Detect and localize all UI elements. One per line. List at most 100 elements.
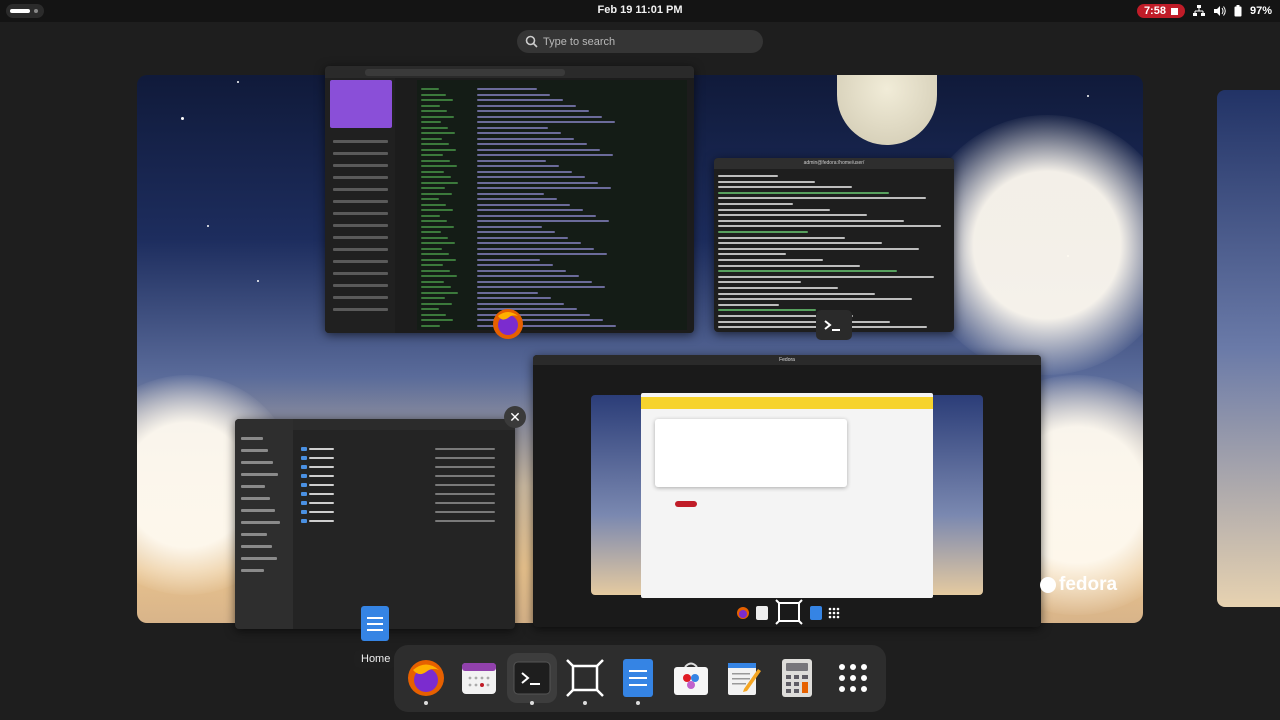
table-row-placeholder xyxy=(477,165,559,167)
terminal-line-placeholder xyxy=(718,270,897,273)
workspace-thumbnail-next[interactable] xyxy=(1217,90,1280,607)
apps-grid-icon xyxy=(828,606,840,624)
running-indicator xyxy=(424,701,428,705)
terminal-line-placeholder xyxy=(718,275,934,278)
network-icon xyxy=(1192,5,1205,17)
sidebar-entry xyxy=(333,176,388,179)
folder-icon xyxy=(301,492,307,496)
vm-mini-dock xyxy=(732,598,842,626)
file-meta-placeholder xyxy=(435,475,495,477)
terminal-line-placeholder xyxy=(718,219,904,222)
files-sidebar-item-placeholder xyxy=(241,509,275,512)
table-row-placeholder xyxy=(421,181,458,184)
table-row-placeholder xyxy=(477,192,544,195)
files-window[interactable] xyxy=(235,419,515,629)
running-indicator xyxy=(636,701,640,705)
dash-files[interactable] xyxy=(613,653,663,703)
firefox-icon xyxy=(408,660,444,696)
clock[interactable]: Feb 19 11:01 PM xyxy=(0,4,1280,16)
terminal-line-placeholder xyxy=(718,231,808,233)
table-row-placeholder xyxy=(477,104,576,107)
sidebar-entry xyxy=(333,152,388,155)
files-header xyxy=(293,419,515,430)
table-row-placeholder xyxy=(421,231,441,233)
table-row-placeholder xyxy=(477,297,551,299)
table-row-placeholder xyxy=(477,258,540,261)
table-row-placeholder xyxy=(477,253,607,255)
terminal-line-placeholder xyxy=(718,287,838,289)
table-row-placeholder xyxy=(421,214,440,217)
terminal-line-placeholder xyxy=(718,186,852,189)
vm-window[interactable]: Fedora xyxy=(533,355,1041,627)
table-row-placeholder xyxy=(477,176,585,178)
table-row-placeholder xyxy=(477,154,613,156)
table-row-placeholder xyxy=(421,291,458,294)
folder-icon xyxy=(301,465,307,469)
star-decoration xyxy=(1087,95,1089,97)
file-name-placeholder xyxy=(309,511,334,513)
table-row-placeholder xyxy=(421,269,450,272)
dash-calendar[interactable] xyxy=(454,653,504,703)
close-window-button[interactable]: ✕ xyxy=(504,406,526,428)
files-sidebar-item-placeholder xyxy=(241,449,268,452)
table-row-placeholder xyxy=(421,313,446,316)
terminal-line-placeholder xyxy=(718,208,830,211)
screenshot-icon xyxy=(566,659,604,697)
folder-icon xyxy=(301,483,307,487)
dash-calculator[interactable] xyxy=(772,653,822,703)
table-row-placeholder xyxy=(421,126,448,129)
terminal-line-placeholder xyxy=(718,242,882,245)
file-name-placeholder xyxy=(309,457,334,459)
show-apps-button[interactable] xyxy=(828,653,878,703)
table-row-placeholder xyxy=(477,231,555,233)
dash-software[interactable] xyxy=(666,653,716,703)
table-row-placeholder xyxy=(477,121,615,123)
files-sidebar-item-placeholder xyxy=(241,461,273,464)
table-row-placeholder xyxy=(421,242,455,244)
browser-page-content xyxy=(417,80,687,330)
file-name-placeholder xyxy=(309,466,334,468)
file-name-placeholder xyxy=(309,484,334,486)
file-name-placeholder xyxy=(309,520,334,522)
table-row-placeholder xyxy=(477,198,557,200)
terminal-line-placeholder xyxy=(718,197,926,200)
table-row-placeholder xyxy=(477,126,548,129)
table-row-placeholder xyxy=(421,203,446,206)
text-editor-icon xyxy=(728,663,761,695)
table-row-placeholder xyxy=(421,209,453,211)
files-sidebar-item-placeholder xyxy=(241,521,280,524)
file-meta-placeholder xyxy=(435,484,495,486)
files-drag-icon[interactable] xyxy=(361,606,389,641)
screen-recording-indicator[interactable]: 7:58 xyxy=(1136,4,1185,18)
calendar-icon xyxy=(756,605,768,625)
table-row-placeholder xyxy=(477,247,594,250)
search-bar[interactable] xyxy=(517,30,763,53)
terminal-icon xyxy=(513,661,551,695)
table-row-placeholder xyxy=(421,159,450,162)
dash-terminal[interactable] xyxy=(507,653,557,703)
search-input[interactable] xyxy=(543,33,753,50)
terminal-line-placeholder xyxy=(718,191,889,194)
table-row-placeholder xyxy=(477,181,598,184)
sidebar-entry xyxy=(333,188,388,191)
table-row-placeholder xyxy=(477,264,553,266)
dash-text-editor[interactable] xyxy=(719,653,769,703)
file-meta-placeholder xyxy=(435,502,495,504)
browser-window[interactable] xyxy=(325,66,694,333)
files-icon xyxy=(623,659,653,697)
table-row-placeholder xyxy=(421,258,456,261)
terminal-window[interactable]: admin@fedora:/home/user/ xyxy=(714,158,954,332)
sidebar-entry xyxy=(333,248,388,251)
system-tray[interactable]: 7:58 97% xyxy=(1136,3,1272,19)
dash-firefox[interactable] xyxy=(401,653,451,703)
table-row-placeholder xyxy=(421,225,454,228)
search-icon xyxy=(525,35,538,48)
screenshot-icon xyxy=(774,598,804,632)
dash-screenshot[interactable] xyxy=(560,653,610,703)
table-row-placeholder xyxy=(477,302,564,305)
table-row-placeholder xyxy=(421,154,443,156)
file-name-placeholder xyxy=(309,502,334,504)
create-button xyxy=(675,501,697,507)
table-row-placeholder xyxy=(421,99,453,101)
sidebar-entry xyxy=(333,260,388,263)
